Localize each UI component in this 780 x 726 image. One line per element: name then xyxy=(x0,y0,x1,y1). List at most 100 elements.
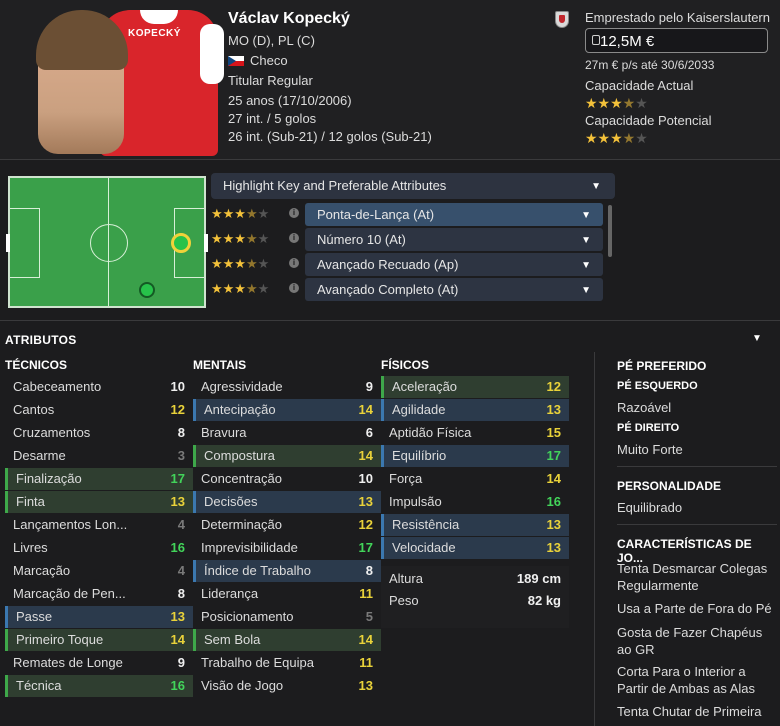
player-name[interactable]: Václav Kopecký xyxy=(228,10,350,28)
attribute-row[interactable]: Cruzamentos 8 xyxy=(5,422,193,444)
attribute-row[interactable]: Aptidão Física 15 xyxy=(381,422,569,444)
attribute-value: 12 xyxy=(358,517,373,532)
attribute-value: 14 xyxy=(358,448,373,463)
attribute-row[interactable]: Decisões 13 xyxy=(193,491,381,513)
info-icon[interactable]: i xyxy=(289,258,299,268)
trait-item[interactable]: Usa a Parte de Fora do Pé xyxy=(617,600,777,617)
role-stars: ★★★★★ xyxy=(211,206,270,221)
club-crest-icon[interactable] xyxy=(555,11,569,28)
role-row[interactable]: ★★★★★ i Avançado Completo (At) ▼ xyxy=(211,278,611,302)
role-select[interactable]: Avançado Completo (At) ▼ xyxy=(305,278,603,301)
attribute-value: 9 xyxy=(177,655,185,670)
attribute-value: 12 xyxy=(170,402,185,417)
role-stars: ★★★★★ xyxy=(211,231,270,246)
roles-scrollbar[interactable] xyxy=(608,205,612,257)
attribute-row[interactable]: Lançamentos Lon... 4 xyxy=(5,514,193,536)
trait-item[interactable]: Corta Para o Interior a Partir de Ambas … xyxy=(617,663,777,697)
attribute-row[interactable]: Equilíbrio 17 xyxy=(381,445,569,467)
attribute-name: Cantos xyxy=(13,402,55,417)
attribute-value: 11 xyxy=(359,586,373,601)
personality-header: PERSONALIDADE xyxy=(617,479,722,493)
attribute-value: 16 xyxy=(170,540,185,555)
highlight-key-dropdown[interactable]: Highlight Key and Preferable Attributes … xyxy=(211,173,615,199)
info-icon[interactable]: i xyxy=(289,283,299,293)
player-status: Titular Regular xyxy=(228,73,313,88)
attribute-value: 12 xyxy=(546,379,561,394)
attribute-name: Força xyxy=(389,471,423,486)
attributes-title: ATRIBUTOS xyxy=(5,333,77,347)
personality-value: Equilibrado xyxy=(617,500,683,515)
attribute-row[interactable]: Posicionamento 5 xyxy=(193,606,381,628)
chevron-down-icon: ▼ xyxy=(581,210,591,221)
role-row[interactable]: ★★★★★ i Ponta-de-Lança (At) ▼ xyxy=(211,203,611,227)
role-select[interactable]: Ponta-de-Lança (At) ▼ xyxy=(305,203,603,226)
attribute-name: Resistência xyxy=(392,517,460,532)
attribute-row[interactable]: Bravura 6 xyxy=(193,422,381,444)
attribute-value: 4 xyxy=(177,563,185,578)
attribute-row[interactable]: Resistência 13 xyxy=(381,514,569,536)
attribute-name: Imprevisibilidade xyxy=(201,540,298,555)
attribute-row[interactable]: Cabeceamento 10 xyxy=(5,376,193,398)
attribute-row[interactable]: Passe 13 xyxy=(5,606,193,628)
attribute-value: 17 xyxy=(170,471,185,486)
position-marker-primary[interactable] xyxy=(171,233,191,253)
role-select[interactable]: Número 10 (At) ▼ xyxy=(305,228,603,251)
attribute-row[interactable]: Compostura 14 xyxy=(193,445,381,467)
info-icon[interactable]: i xyxy=(289,233,299,243)
physical-header: FÍSICOS xyxy=(381,358,430,372)
attribute-row[interactable]: Marcação 4 xyxy=(5,560,193,582)
attribute-row[interactable]: Finta 13 xyxy=(5,491,193,513)
attribute-value: 13 xyxy=(358,678,373,693)
trait-item[interactable]: Tenta Chutar de Primeira xyxy=(617,703,777,720)
attribute-row[interactable]: Imprevisibilidade 17 xyxy=(193,537,381,559)
chevron-down-icon[interactable]: ▼ xyxy=(752,333,762,344)
attribute-name: Aceleração xyxy=(392,379,458,394)
player-positions: MO (D), PL (C) xyxy=(228,33,315,48)
attribute-row[interactable]: Velocidade 13 xyxy=(381,537,569,559)
transfer-value-box[interactable]: 12,5M € xyxy=(585,28,768,53)
attribute-row[interactable]: Finalização 17 xyxy=(5,468,193,490)
attribute-row[interactable]: Sem Bola 14 xyxy=(193,629,381,651)
position-pitch[interactable] xyxy=(6,176,208,308)
attribute-value: 14 xyxy=(546,471,561,486)
role-row[interactable]: ★★★★★ i Avançado Recuado (Ap) ▼ xyxy=(211,253,611,277)
attribute-name: Agressividade xyxy=(201,379,283,394)
attribute-row[interactable]: Aceleração 12 xyxy=(381,376,569,398)
attribute-row[interactable]: Agressividade 9 xyxy=(193,376,381,398)
height-row: Altura 189 cm xyxy=(389,571,561,586)
position-marker-secondary[interactable] xyxy=(139,282,155,298)
trait-item[interactable]: Tenta Desmarcar Colegas Regularmente xyxy=(617,560,777,594)
attribute-name: Velocidade xyxy=(392,540,456,555)
loan-status[interactable]: Emprestado pelo Kaiserslautern xyxy=(585,10,770,25)
chevron-down-icon: ▼ xyxy=(581,285,591,296)
attribute-row[interactable]: Cantos 12 xyxy=(5,399,193,421)
attribute-row[interactable]: Primeiro Toque 14 xyxy=(5,629,193,651)
trait-item[interactable]: Gosta de Fazer Chapéus ao GR xyxy=(617,624,777,658)
attribute-row[interactable]: Força 14 xyxy=(381,468,569,490)
attribute-value: 15 xyxy=(546,425,561,440)
attribute-row[interactable]: Marcação de Pen... 8 xyxy=(5,583,193,605)
attribute-name: Posicionamento xyxy=(201,609,294,624)
potential-ability-label: Capacidade Potencial xyxy=(585,113,712,128)
attribute-name: Passe xyxy=(16,609,53,624)
attribute-row[interactable]: Antecipação 14 xyxy=(193,399,381,421)
mental-header: MENTAIS xyxy=(193,358,247,372)
attribute-name: Aptidão Física xyxy=(389,425,472,440)
player-nationality[interactable]: Checo xyxy=(228,53,288,68)
attribute-row[interactable]: Técnica 16 xyxy=(5,675,193,697)
attribute-name: Remates de Longe xyxy=(13,655,123,670)
attribute-row[interactable]: Remates de Longe 9 xyxy=(5,652,193,674)
attribute-row[interactable]: Concentração 10 xyxy=(193,468,381,490)
role-select[interactable]: Avançado Recuado (Ap) ▼ xyxy=(305,253,603,276)
attribute-row[interactable]: Visão de Jogo 13 xyxy=(193,675,381,697)
attribute-row[interactable]: Determinação 12 xyxy=(193,514,381,536)
info-icon[interactable]: i xyxy=(289,208,299,218)
attribute-row[interactable]: Desarme 3 xyxy=(5,445,193,467)
attribute-row[interactable]: Trabalho de Equipa 11 xyxy=(193,652,381,674)
attribute-row[interactable]: Liderança 11 xyxy=(193,583,381,605)
attribute-row[interactable]: Livres 16 xyxy=(5,537,193,559)
attribute-row[interactable]: Índice de Trabalho 8 xyxy=(193,560,381,582)
attribute-row[interactable]: Impulsão 16 xyxy=(381,491,569,513)
role-row[interactable]: ★★★★★ i Número 10 (At) ▼ xyxy=(211,228,611,252)
attribute-row[interactable]: Agilidade 13 xyxy=(381,399,569,421)
